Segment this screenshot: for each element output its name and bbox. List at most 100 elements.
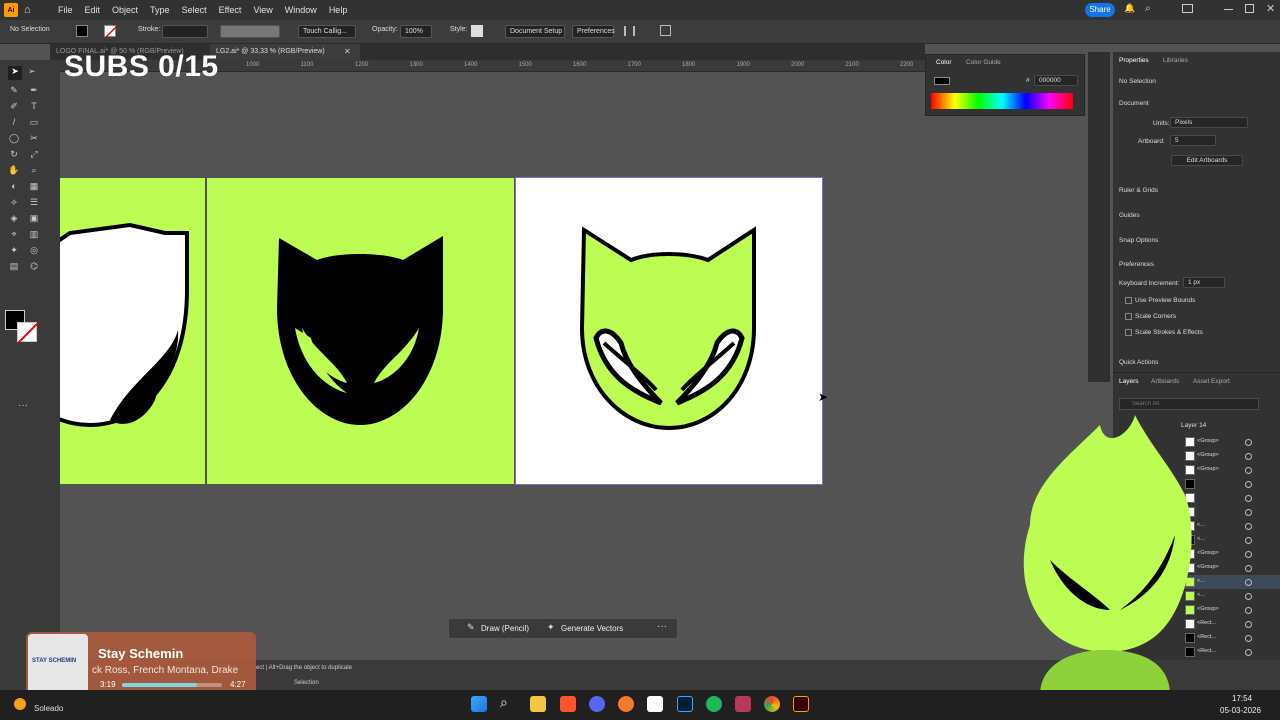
layer-target-icon[interactable] [1245, 649, 1252, 656]
scale-strokes-checkbox[interactable] [1125, 329, 1132, 336]
layer-target-icon[interactable] [1245, 537, 1252, 544]
keyboard-increment-input[interactable]: 1 px [1183, 277, 1225, 288]
layer-target-icon[interactable] [1245, 495, 1252, 502]
spotify-icon[interactable] [706, 696, 722, 712]
more-tools-icon[interactable]: ··· [18, 400, 28, 411]
stroke-color-box[interactable] [17, 322, 38, 343]
tool-icon[interactable]: ◎ [28, 244, 40, 256]
tool-icon[interactable]: ▣ [28, 212, 40, 224]
layer-target-icon[interactable] [1245, 565, 1252, 572]
layers-search-input[interactable] [1119, 398, 1259, 410]
tool-icon[interactable]: ✒ [28, 84, 40, 96]
menu-view[interactable]: View [247, 5, 278, 15]
tool-icon[interactable]: ▤ [8, 260, 20, 272]
tab-libraries[interactable]: Libraries [1163, 57, 1188, 64]
illustrator-taskbar-icon[interactable] [793, 696, 809, 712]
chrome-icon[interactable] [764, 696, 780, 712]
tab-close-icon[interactable]: ✕ [344, 47, 351, 56]
tool-icon[interactable]: ⤢ [28, 148, 40, 160]
artboard-right[interactable] [515, 177, 823, 485]
artboard-select[interactable]: 5 [1170, 135, 1216, 146]
illustrator-logo[interactable]: Ai [4, 3, 18, 17]
artboard-left[interactable] [60, 178, 205, 484]
progress-track[interactable] [122, 683, 222, 687]
draw-pencil-button[interactable]: Draw (Pencil) [481, 624, 529, 633]
vectorizer-icon[interactable] [735, 696, 751, 712]
layer-target-icon[interactable] [1245, 621, 1252, 628]
tool-icon[interactable]: ▦ [28, 180, 40, 192]
tool-icon[interactable]: T [28, 100, 40, 112]
stroke-swatch[interactable] [104, 25, 117, 38]
layer-target-icon[interactable] [1245, 635, 1252, 642]
tab-artboards[interactable]: Artboards [1151, 378, 1179, 385]
maximize-icon[interactable] [1245, 4, 1254, 13]
file-explorer-icon[interactable] [530, 696, 546, 712]
fill-swatch[interactable] [76, 25, 88, 37]
transform-icon[interactable] [660, 25, 671, 36]
tool-icon[interactable]: ✦ [8, 244, 20, 256]
menu-object[interactable]: Object [106, 5, 144, 15]
opacity-input[interactable]: 100% [400, 25, 432, 38]
align-icon[interactable] [624, 26, 635, 36]
tool-icon[interactable]: ⟡ [8, 196, 20, 208]
layer-target-icon[interactable] [1245, 509, 1252, 516]
weather-icon[interactable] [14, 698, 26, 710]
album-cover[interactable]: STAY SCHEMIN [28, 634, 88, 694]
arrange-icon[interactable] [1182, 4, 1193, 13]
tool-icon[interactable]: ↻ [8, 148, 20, 160]
taskbar-search-icon[interactable]: ⌕ [500, 694, 508, 711]
layer-target-icon[interactable] [1245, 481, 1252, 488]
edit-artboards-button[interactable]: Edit Artboards [1171, 155, 1243, 166]
layer-target-icon[interactable] [1245, 579, 1252, 586]
menu-help[interactable]: Help [323, 5, 354, 15]
layer-target-icon[interactable] [1245, 551, 1252, 558]
minimize-icon[interactable] [1224, 9, 1233, 10]
layer-target-icon[interactable] [1245, 453, 1252, 460]
tab-layers[interactable]: Layers [1119, 378, 1139, 385]
artboard-middle[interactable] [207, 178, 514, 484]
brush-dropdown[interactable]: Touch Callig... [298, 25, 356, 38]
search-icon[interactable]: ⌕ [1145, 3, 1151, 14]
color-fill-swatch[interactable] [934, 77, 950, 85]
tool-icon[interactable]: ☰ [28, 196, 40, 208]
layer-target-icon[interactable] [1245, 607, 1252, 614]
tool-icon[interactable]: ⌖ [8, 228, 20, 240]
tab-lg2[interactable]: LG2.ai* @ 33,33 % (RGB/Preview) [210, 44, 360, 60]
bell-icon[interactable]: 🔔 [1124, 3, 1135, 14]
menu-type[interactable]: Type [144, 5, 176, 15]
menu-edit[interactable]: Edit [79, 5, 107, 15]
tab-asset-export[interactable]: Asset Export [1193, 378, 1230, 385]
photoshop-icon[interactable] [677, 696, 693, 712]
color-spectrum[interactable] [931, 93, 1073, 109]
direct-selection-tool-icon[interactable]: ➢ [28, 66, 36, 77]
use-preview-bounds-checkbox[interactable] [1125, 297, 1132, 304]
menu-window[interactable]: Window [279, 5, 323, 15]
tool-icon[interactable]: / [8, 116, 20, 128]
more-options-icon[interactable]: ··· [657, 621, 667, 632]
home-icon[interactable]: ⌂ [24, 3, 38, 17]
stroke-weight-field[interactable] [162, 25, 208, 38]
tool-icon[interactable]: ▥ [28, 228, 40, 240]
tool-icon[interactable]: ⌬ [28, 260, 40, 272]
hex-input[interactable]: 000000 [1034, 75, 1078, 86]
tool-icon[interactable]: ⌕ [28, 164, 40, 176]
scale-corners-checkbox[interactable] [1125, 313, 1132, 320]
layer-target-icon[interactable] [1245, 523, 1252, 530]
tool-icon[interactable]: ✂ [28, 132, 40, 144]
selection-tool-icon[interactable]: ➤ [8, 66, 22, 80]
tool-icon[interactable]: ✐ [8, 100, 20, 112]
tool-icon[interactable]: ▭ [28, 116, 40, 128]
document-setup-button[interactable]: Document Setup [505, 25, 565, 38]
menu-file[interactable]: File [52, 5, 79, 15]
generate-vectors-button[interactable]: Generate Vectors [561, 624, 623, 633]
layer-target-icon[interactable] [1245, 593, 1252, 600]
preferences-button[interactable]: Preferences [572, 25, 615, 38]
layer-target-icon[interactable] [1245, 467, 1252, 474]
brave-browser-icon[interactable] [560, 696, 576, 712]
windows-start-icon[interactable] [471, 696, 487, 712]
menu-select[interactable]: Select [176, 5, 213, 15]
tab-color[interactable]: Color [936, 59, 952, 66]
discord-icon[interactable] [589, 696, 605, 712]
notion-icon[interactable] [647, 696, 663, 712]
tab-properties[interactable]: Properties [1119, 57, 1149, 64]
